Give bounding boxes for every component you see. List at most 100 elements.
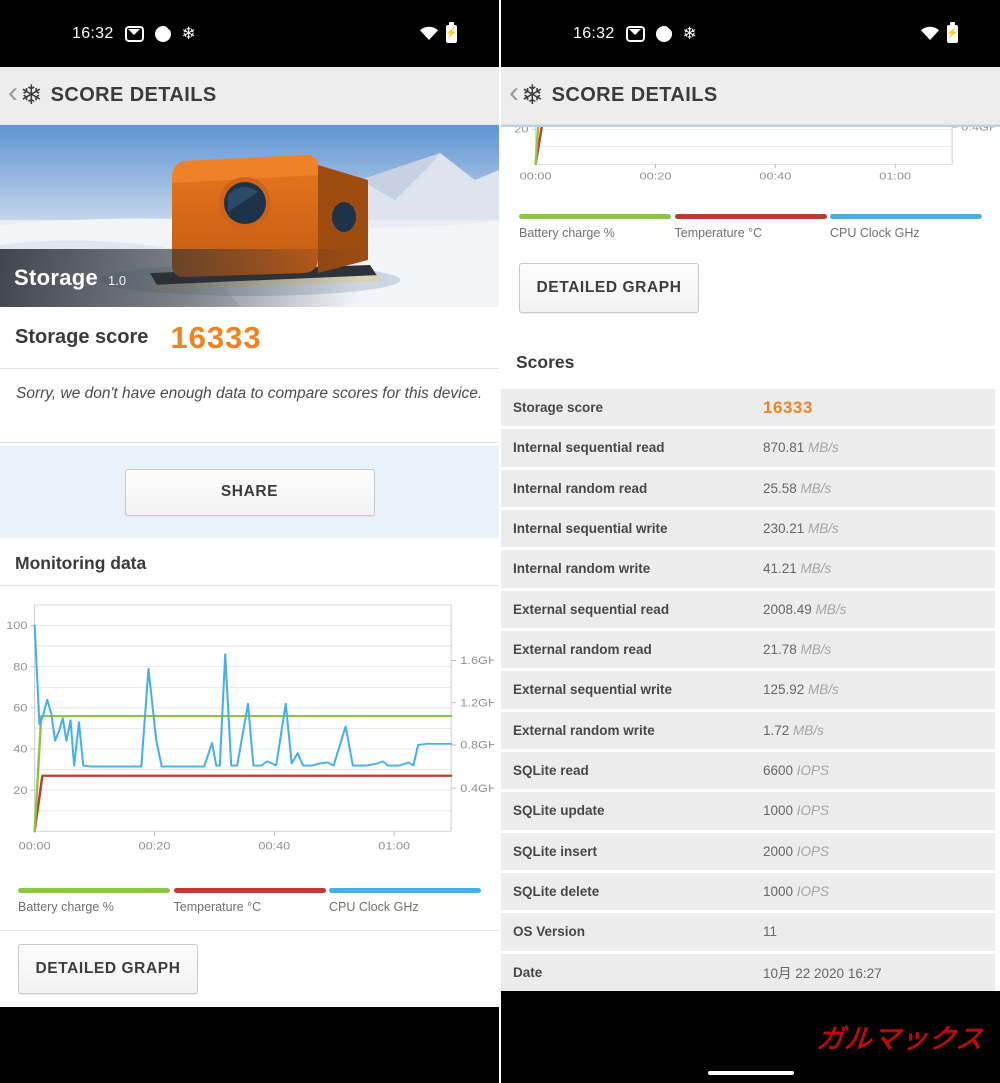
page-title: SCORE DETAILS [551,84,718,106]
legend-label: Battery charge % [18,900,114,914]
row-label: External random write [513,722,655,738]
monitoring-chart: 00:00 00:20 00:40 01:00 100 80 60 40 20 1.6GHz 1.2… [6,604,499,852]
row-label: External random read [513,642,652,658]
app-snowflake-icon: ❄ [20,80,43,110]
legend-label: Temperature °C [173,900,262,914]
table-row: Date 10月 22 2020 16:27 [501,953,995,991]
row-value: 16333 [763,397,813,417]
svg-text:1.6GHz: 1.6GHz [460,654,494,667]
gesture-bar-area [0,1007,499,1083]
row-value: 41.21 MB/s [763,561,832,577]
app-snowflake-icon: ❄ [521,80,544,110]
table-row: External random read 21.78 MB/s [501,630,995,669]
row-value: 870.81 MB/s [763,440,839,456]
legend-color-bar [173,888,326,893]
legend-item: Battery charge % [18,888,170,916]
table-row: Internal sequential read 870.81 MB/s [501,429,995,467]
back-chevron-icon[interactable]: ‹ [509,77,521,114]
monitoring-chart-card: 00:00 00:20 00:40 01:00 100 80 60 40 20 1.6GHz 1.2… [0,586,499,931]
svg-text:01:00: 01:00 [378,839,410,852]
status-time: 16:32 [72,24,114,42]
table-row: External random write 1.72 MB/s [501,711,995,749]
score-value: 16333 [170,319,262,355]
svg-text:60: 60 [13,701,27,714]
legend-color-bar [329,888,481,893]
monitoring-data-title: Monitoring data [0,541,499,586]
table-row: SQLite delete 1000 IOPS [501,872,995,911]
table-row: Internal random read 25.58 MB/s [501,469,995,507]
timer-icon [655,25,672,42]
legend-item: CPU Clock GHz [329,888,481,916]
detailed-graph-button[interactable]: DETAILED GRAPH [519,263,699,313]
legend-item: Temperature °C [674,214,827,242]
row-label: Internal sequential read [513,440,665,456]
scores-table: Storage score 16333 Internal sequential … [501,389,1000,991]
row-label: SQLite read [513,763,589,779]
gesture-bar-area: ガルマックス [501,991,1000,1083]
hero-version: 1.0 [108,272,127,288]
row-label: External sequential write [513,682,673,698]
row-value: 11 [763,924,778,940]
status-time: 16:32 [573,24,615,42]
legend-item: CPU Clock GHz [830,214,982,242]
table-row: External sequential write 125.92 MB/s [501,671,995,709]
svg-text:00:20: 00:20 [139,839,171,852]
svg-text:00:00: 00:00 [520,172,552,182]
snowflake-icon: ❄ [682,24,697,43]
gmail-icon [124,25,144,42]
left-screenshot: 16:32 ❄ ⚡ ‹ ❄ SCORE DETAILS Storage 1.0 … [0,0,499,1083]
table-row: External sequential read 2008.49 MB/s [501,590,995,628]
table-row: Internal random write 41.21 MB/s [501,550,995,588]
row-label: Internal random write [513,561,651,577]
svg-text:0.8GHz: 0.8GHz [460,738,494,751]
app-header: ‹ ❄ SCORE DETAILS [501,67,1000,125]
battery-charging-icon: ⚡ [946,21,959,43]
row-value: 1000 IOPS [763,803,830,819]
svg-text:40: 40 [13,742,27,755]
page: 16:32 ❄ ⚡ ‹ ❄ SCORE DETAILS Storage 1.0 … [0,0,1000,1083]
row-label: Internal random read [513,480,648,496]
wifi-icon [419,26,439,41]
hero-label-band: Storage 1.0 [0,249,499,307]
gmail-icon [625,25,645,42]
home-indicator[interactable] [707,1071,794,1075]
legend-label: Battery charge % [519,226,615,240]
wifi-icon [920,26,940,41]
chart-legend: Battery charge % Temperature °C CPU Clock … [4,882,495,924]
svg-text:00:00: 00:00 [19,839,51,852]
legend-label: Temperature °C [674,226,763,240]
battery-charging-icon: ⚡ [445,21,458,43]
row-value: 10月 22 2020 16:27 [763,966,882,982]
legend-color-bar [18,888,170,893]
row-label: OS Version [513,924,586,940]
svg-text:80: 80 [13,660,27,673]
svg-text:00:40: 00:40 [759,172,791,182]
right-screenshot: 16:32 ❄ ⚡ ‹ ❄ SCORE DETAILS 00:00 00:20 00… [501,0,1000,1083]
row-value: 2008.49 MB/s [763,601,847,617]
back-chevron-icon[interactable]: ‹ [8,77,20,114]
app-header: ‹ ❄ SCORE DETAILS [0,67,499,125]
snowflake-icon: ❄ [181,24,196,43]
row-value: 1000 IOPS [763,884,830,900]
watermark-logo: ガルマックス [814,1024,986,1054]
svg-text:0.4GHz: 0.4GHz [460,781,494,794]
row-value: 2000 IOPS [763,843,830,859]
table-row: OS Version 11 [501,913,995,951]
score-label: Storage score [15,326,149,348]
table-row: SQLite update 1000 IOPS [501,792,995,830]
score-row: Storage score 16333 [0,307,499,369]
no-data-message: Sorry, we don't have enough data to comp… [0,369,499,443]
legend-item: Temperature °C [173,888,326,916]
legend-color-bar [674,214,827,219]
row-value: 25.58 MB/s [763,480,832,496]
table-row: SQLite read 6600 IOPS [501,751,995,790]
row-value: 1.72 MB/s [763,722,824,738]
share-button[interactable]: SHARE [124,468,375,516]
detailed-graph-button[interactable]: DETAILED GRAPH [18,944,198,994]
row-value: 125.92 MB/s [763,682,839,698]
svg-text:00:20: 00:20 [640,172,672,182]
page-title: SCORE DETAILS [50,84,217,106]
row-label: External sequential read [513,601,670,617]
hero-image: Storage 1.0 [0,125,499,307]
hero-title: Storage [14,265,99,290]
